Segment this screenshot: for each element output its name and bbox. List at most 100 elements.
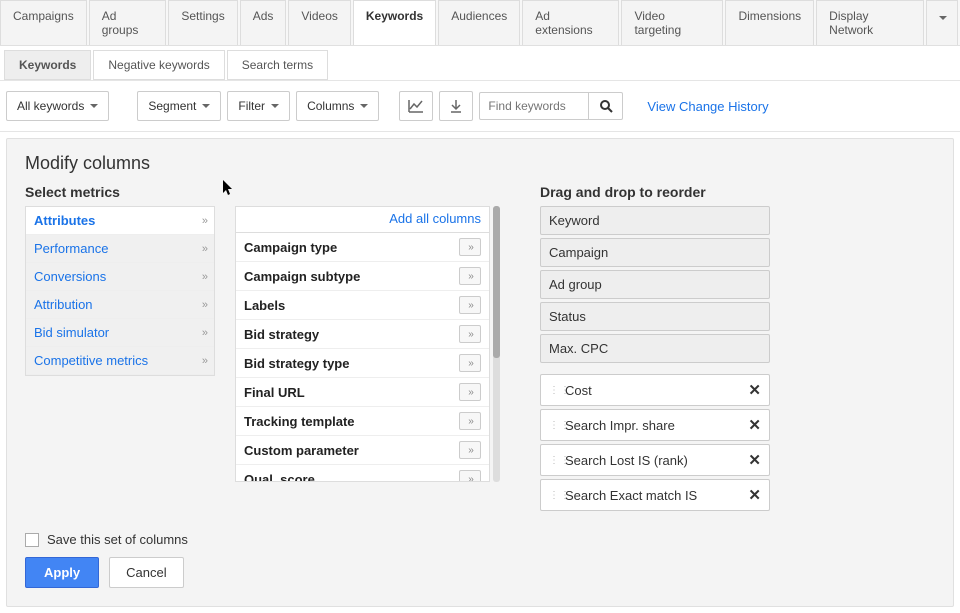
column-label: Qual. score — [244, 472, 315, 483]
top-tab-ad-groups[interactable]: Ad groups — [89, 0, 167, 45]
available-column: Tracking template » — [236, 407, 489, 436]
scrollbar[interactable] — [493, 206, 500, 482]
chevron-right-icon: » — [202, 327, 206, 339]
available-column: Final URL » — [236, 378, 489, 407]
column-label: Bid strategy — [244, 327, 319, 342]
metric-category-performance[interactable]: Performance» — [26, 235, 214, 263]
chevron-right-icon: » — [202, 355, 206, 367]
search-input[interactable] — [479, 92, 589, 120]
toolbar: All keywords Segment Filter Columns View… — [0, 81, 960, 132]
column-label: Search Lost IS (rank) — [565, 453, 688, 468]
add-column-button[interactable]: » — [459, 325, 481, 343]
modify-columns-panel: Modify columns Select metrics Attributes… — [6, 138, 954, 607]
cursor-icon — [223, 180, 235, 196]
remove-column-button[interactable]: ✕ — [748, 381, 761, 399]
metric-category-competitive-metrics[interactable]: Competitive metrics» — [26, 347, 214, 375]
search-button[interactable] — [589, 92, 623, 120]
search-icon — [599, 99, 613, 113]
add-all-columns-link[interactable]: Add all columns — [235, 206, 490, 232]
top-tab-dimensions[interactable]: Dimensions — [725, 0, 814, 45]
metric-category-bid-simulator[interactable]: Bid simulator» — [26, 319, 214, 347]
scrollbar-thumb[interactable] — [493, 206, 500, 358]
reorder-list: KeywordCampaignAd groupStatusMax. CPC⋮⋮C… — [540, 206, 770, 511]
top-tab-video-targeting[interactable]: Video targeting — [621, 0, 723, 45]
drag-handle-icon[interactable]: ⋮⋮ — [549, 423, 559, 428]
column-label: Custom parameter — [244, 443, 359, 458]
top-tab-videos[interactable]: Videos — [288, 0, 350, 45]
column-label: Final URL — [244, 385, 305, 400]
caret-icon — [202, 104, 210, 108]
locked-column: Keyword — [540, 206, 770, 235]
available-column: Custom parameter » — [236, 436, 489, 465]
columns-dropdown[interactable]: Columns — [296, 91, 379, 121]
column-label: Labels — [244, 298, 285, 313]
draggable-column[interactable]: ⋮⋮ Cost ✕ — [540, 374, 770, 406]
panel-title: Modify columns — [25, 153, 935, 174]
add-column-button[interactable]: » — [459, 383, 481, 401]
available-columns-list: Campaign type»Campaign subtype»Labels»Bi… — [235, 232, 490, 482]
remove-column-button[interactable]: ✕ — [748, 451, 761, 469]
metric-category-attributes[interactable]: Attributes» — [26, 207, 214, 235]
metric-category-conversions[interactable]: Conversions» — [26, 263, 214, 291]
draggable-column[interactable]: ⋮⋮ Search Impr. share ✕ — [540, 409, 770, 441]
column-label: Search Exact match IS — [565, 488, 697, 503]
all-keywords-dropdown[interactable]: All keywords — [6, 91, 109, 121]
add-column-button[interactable]: » — [459, 296, 481, 314]
search-box — [479, 92, 623, 120]
column-label: Campaign subtype — [244, 269, 360, 284]
chevron-right-icon: » — [202, 271, 206, 283]
available-column: Labels » — [236, 291, 489, 320]
metric-category-attribution[interactable]: Attribution» — [26, 291, 214, 319]
top-tab-audiences[interactable]: Audiences — [438, 0, 520, 45]
column-label: Campaign type — [244, 240, 337, 255]
locked-column: Max. CPC — [540, 334, 770, 363]
remove-column-button[interactable]: ✕ — [748, 416, 761, 434]
metric-category-list: Attributes»Performance»Conversions»Attri… — [25, 206, 215, 376]
remove-column-button[interactable]: ✕ — [748, 486, 761, 504]
top-tab-keywords[interactable]: Keywords — [353, 0, 436, 45]
add-column-button[interactable]: » — [459, 238, 481, 256]
top-tab-settings[interactable]: Settings — [168, 0, 237, 45]
download-icon-button[interactable] — [439, 91, 473, 121]
column-label: Cost — [565, 383, 592, 398]
column-label: Tracking template — [244, 414, 355, 429]
available-column: Bid strategy type» — [236, 349, 489, 378]
locked-column: Status — [540, 302, 770, 331]
filter-dropdown[interactable]: Filter — [227, 91, 290, 121]
chart-icon-button[interactable] — [399, 91, 433, 121]
top-tab-ads[interactable]: Ads — [240, 0, 287, 45]
top-tab-display-network[interactable]: Display Network — [816, 0, 924, 45]
top-tab-more[interactable] — [926, 0, 958, 45]
sub-tab-search-terms[interactable]: Search terms — [227, 50, 328, 80]
draggable-column[interactable]: ⋮⋮ Search Lost IS (rank) ✕ — [540, 444, 770, 476]
draggable-column[interactable]: ⋮⋮ Search Exact match IS ✕ — [540, 479, 770, 511]
chevron-right-icon: » — [202, 215, 206, 227]
add-column-button[interactable]: » — [459, 412, 481, 430]
drag-handle-icon[interactable]: ⋮⋮ — [549, 493, 559, 498]
cancel-button[interactable]: Cancel — [109, 557, 183, 588]
caret-icon — [90, 104, 98, 108]
sub-tab-keywords[interactable]: Keywords — [4, 50, 91, 80]
add-column-button[interactable]: » — [459, 441, 481, 459]
chevron-right-icon: » — [202, 243, 206, 255]
add-column-button[interactable]: » — [459, 267, 481, 285]
drag-handle-icon[interactable]: ⋮⋮ — [549, 388, 559, 393]
view-change-history-link[interactable]: View Change History — [647, 99, 768, 114]
column-label: Search Impr. share — [565, 418, 675, 433]
top-tab-ad-extensions[interactable]: Ad extensions — [522, 0, 619, 45]
available-column: Campaign type » — [236, 233, 489, 262]
available-column: Campaign subtype » — [236, 262, 489, 291]
add-column-button[interactable]: » — [459, 470, 481, 482]
apply-button[interactable]: Apply — [25, 557, 99, 588]
add-column-button[interactable]: » — [459, 354, 481, 372]
chevron-right-icon: » — [202, 299, 206, 311]
sub-tabs: KeywordsNegative keywordsSearch terms — [0, 46, 960, 81]
top-tab-campaigns[interactable]: Campaigns — [0, 0, 87, 45]
caret-icon — [271, 104, 279, 108]
caret-icon — [360, 104, 368, 108]
sub-tab-negative-keywords[interactable]: Negative keywords — [93, 50, 224, 80]
available-column: Qual. score » — [236, 465, 489, 482]
segment-dropdown[interactable]: Segment — [137, 91, 221, 121]
drag-handle-icon[interactable]: ⋮⋮ — [549, 458, 559, 463]
available-column: Bid strategy » — [236, 320, 489, 349]
